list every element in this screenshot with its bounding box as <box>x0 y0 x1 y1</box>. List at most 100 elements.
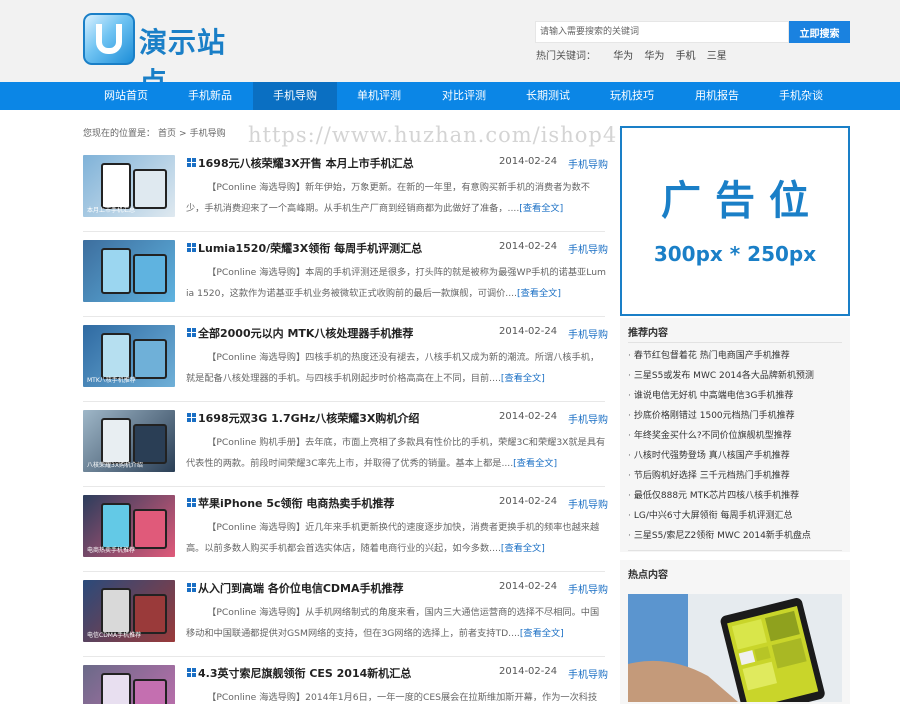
list-bullet-icon <box>187 158 196 167</box>
read-more-link[interactable]: [查看全文] <box>501 543 545 554</box>
nav-item-home[interactable]: 网站首页 <box>84 82 168 110</box>
article-thumbnail[interactable]: MTK八核手机推荐 <box>83 325 175 387</box>
recommend-item[interactable]: 年终奖金买什么?不同价位旗舰机型推荐 <box>628 428 842 441</box>
article-item: 八核荣耀3X购机介绍 1698元双3G 1.7GHz八核荣耀3X购机介绍 2014-… <box>83 410 608 474</box>
nav-item-tips[interactable]: 玩机技巧 <box>590 82 674 110</box>
hot-keyword-link[interactable]: 华为 <box>613 51 633 62</box>
article-item: 电商热卖手机推荐 苹果iPhone 5c领衔 电商热卖手机推荐 2014-02-24… <box>83 495 608 557</box>
recommend-item[interactable]: 春节红包督着花 热门电商国产手机推荐 <box>628 348 842 361</box>
article-item: MTK八核手机推荐 全部2000元以内 MTK八核处理器手机推荐 2014-02-2… <box>83 325 608 387</box>
main-nav: 网站首页 手机新品 手机导购 单机评测 对比评测 长期测试 玩机技巧 用机报告 … <box>0 82 900 110</box>
article-item: Lumia1520/荣耀3X领衔 每周手机评测汇总 2014-02-24 手机导购【… <box>83 240 608 304</box>
breadcrumb-home[interactable]: 首页 <box>158 129 176 139</box>
article-thumbnail[interactable]: 八核荣耀3X购机介绍 <box>83 410 175 472</box>
recommend-item[interactable]: 三星S5或发布 MWC 2014各大品牌新机预测 <box>628 368 842 381</box>
recommend-item[interactable]: 抄底价格刚错过 1500元档热门手机推荐 <box>628 408 842 421</box>
list-bullet-icon <box>187 668 196 677</box>
nav-item-long-term-test[interactable]: 长期测试 <box>506 82 590 110</box>
hot-image[interactable] <box>628 594 842 702</box>
nav-item-single-review[interactable]: 单机评测 <box>337 82 421 110</box>
article-thumbnail[interactable]: 本月上市手机汇总 <box>83 155 175 217</box>
ad-banner[interactable]: 广告位 300px * 250px <box>620 126 850 316</box>
article-item: 本月上市手机汇总 1698元八核荣耀3X开售 本月上市手机汇总 2014-02-24… <box>83 155 608 219</box>
article-summary: 【PConline 海选导购】新年伊始，万象更新。在新的一年里，有意购买新手机的… <box>186 177 606 219</box>
recommend-item[interactable]: LG/中兴6寸大屏领衔 每周手机评测汇总 <box>628 508 842 521</box>
search-input[interactable] <box>535 21 789 43</box>
read-more-link[interactable]: [查看全文] <box>519 203 563 214</box>
nav-item-buying-guide[interactable]: 手机导购 <box>253 82 337 110</box>
logo-icon <box>83 13 135 65</box>
nav-item-new-phones[interactable]: 手机新品 <box>168 82 252 110</box>
article-category[interactable]: 手机导购 <box>568 241 608 256</box>
article-divider <box>83 401 605 402</box>
thumbnail-caption: 本月上市手机汇总 <box>87 207 136 214</box>
article-summary: 【PConline 购机手册】去年底，市面上亮相了多款具有性价比的手机，荣耀3C… <box>186 432 606 474</box>
read-more-link[interactable]: [查看全文] <box>501 373 545 384</box>
thumbnail-caption: MTK八核手机推荐 <box>87 377 136 384</box>
breadcrumb-prefix: 您现在的位置是： <box>83 129 156 139</box>
article-title[interactable]: 苹果iPhone 5c领衔 电商热卖手机推荐 <box>198 495 394 511</box>
recommend-item[interactable]: 最低仅888元 MTK芯片四核八核手机推荐 <box>628 488 842 501</box>
article-divider <box>83 656 605 657</box>
article-date: 2014-02-24 <box>499 411 558 422</box>
nav-item-misc[interactable]: 手机杂谈 <box>759 82 843 110</box>
article-category[interactable]: 手机导购 <box>568 496 608 511</box>
read-more-link[interactable]: [查看全文] <box>520 628 564 639</box>
article-category[interactable]: 手机导购 <box>568 581 608 596</box>
hot-keyword-link[interactable]: 三星 <box>707 51 727 62</box>
article-thumbnail[interactable] <box>83 240 175 302</box>
site-logo[interactable]: 演示站点 <box>83 13 253 99</box>
article-category[interactable]: 手机导购 <box>568 666 608 681</box>
read-more-link[interactable]: [查看全文] <box>513 458 557 469</box>
article-summary: 【PConline 海选导购】本周的手机评测还是很多，打头阵的就是被称为最强WP… <box>186 262 606 304</box>
article-divider <box>83 316 605 317</box>
article-thumbnail[interactable] <box>83 665 175 704</box>
hot-keyword-link[interactable]: 手机 <box>676 51 696 62</box>
article-date: 2014-02-24 <box>499 241 558 252</box>
recommend-item[interactable]: 八核时代强势登场 真八核国产手机推荐 <box>628 448 842 461</box>
thumbnail-caption: 八核荣耀3X购机介绍 <box>87 462 143 469</box>
recommend-item[interactable]: 谁说电信无好机 中高端电信3G手机推荐 <box>628 388 842 401</box>
breadcrumb: 您现在的位置是： 首页 > 手机导购 <box>83 126 229 139</box>
article-date: 2014-02-24 <box>499 156 558 167</box>
article-title[interactable]: Lumia1520/荣耀3X领衔 每周手机评测汇总 <box>198 240 422 256</box>
breadcrumb-separator: > <box>179 129 187 139</box>
nav-item-comparison[interactable]: 对比评测 <box>422 82 506 110</box>
header: 演示站点 立即搜索 热门关键词： 华为 华为 手机 三星 <box>0 0 900 99</box>
search-button[interactable]: 立即搜索 <box>789 21 850 43</box>
article-title[interactable]: 1698元八核荣耀3X开售 本月上市手机汇总 <box>198 155 414 171</box>
recommend-title: 推荐内容 <box>628 328 668 339</box>
article-item: 4.3英寸索尼旗舰领衔 CES 2014新机汇总 2014-02-24 手机导购 【P… <box>83 665 608 704</box>
ad-size: 300px * 250px <box>653 242 817 266</box>
recommend-item[interactable]: 节后购机好选择 三千元档热门手机推荐 <box>628 468 842 481</box>
hot-keyword-link[interactable]: 华为 <box>644 51 664 62</box>
article-category[interactable]: 手机导购 <box>568 326 608 341</box>
recommend-box: 推荐内容 春节红包督着花 热门电商国产手机推荐三星S5或发布 MWC 2014各… <box>620 318 850 552</box>
read-more-link[interactable]: [查看全文] <box>517 288 561 299</box>
ad-title: 广告位 <box>661 178 823 224</box>
article-summary: 【PConline 海选导购】2014年1月6日，一年一度的CES展会在拉斯维加… <box>186 687 606 704</box>
hot-box: 热点内容 <box>620 560 850 704</box>
article-thumbnail[interactable]: 电信CDMA手机推荐 <box>83 580 175 642</box>
list-bullet-icon <box>187 243 196 252</box>
recommend-item[interactable]: 三星S5/索尼Z2领衔 MWC 2014新手机盘点 <box>628 528 842 541</box>
article-title[interactable]: 全部2000元以内 MTK八核处理器手机推荐 <box>198 325 413 341</box>
article-divider <box>83 231 605 232</box>
list-bullet-icon <box>187 498 196 507</box>
article-date: 2014-02-24 <box>499 581 558 592</box>
watermark: https://www.huzhan.com/ishop41633 <box>248 123 675 147</box>
article-summary: 【PConline 海选导购】从手机网络制式的角度来看，国内三大通信运营商的选择… <box>186 602 606 644</box>
article-thumbnail[interactable]: 电商热卖手机推荐 <box>83 495 175 557</box>
article-category[interactable]: 手机导购 <box>568 411 608 426</box>
thumbnail-caption: 电商热卖手机推荐 <box>87 547 136 554</box>
article-title[interactable]: 1698元双3G 1.7GHz八核荣耀3X购机介绍 <box>198 410 419 426</box>
article-date: 2014-02-24 <box>499 326 558 337</box>
breadcrumb-current[interactable]: 手机导购 <box>190 129 226 139</box>
article-item: 电信CDMA手机推荐 从入门到高端 各价位电信CDMA手机推荐 2014-02-24… <box>83 580 608 644</box>
article-title[interactable]: 4.3英寸索尼旗舰领衔 CES 2014新机汇总 <box>198 665 411 681</box>
nav-item-usage-report[interactable]: 用机报告 <box>675 82 759 110</box>
hot-keywords: 热门关键词： 华为 华为 手机 三星 <box>536 47 735 62</box>
article-category[interactable]: 手机导购 <box>568 156 608 171</box>
hot-keywords-label: 热门关键词： <box>536 51 596 62</box>
article-title[interactable]: 从入门到高端 各价位电信CDMA手机推荐 <box>198 580 404 596</box>
